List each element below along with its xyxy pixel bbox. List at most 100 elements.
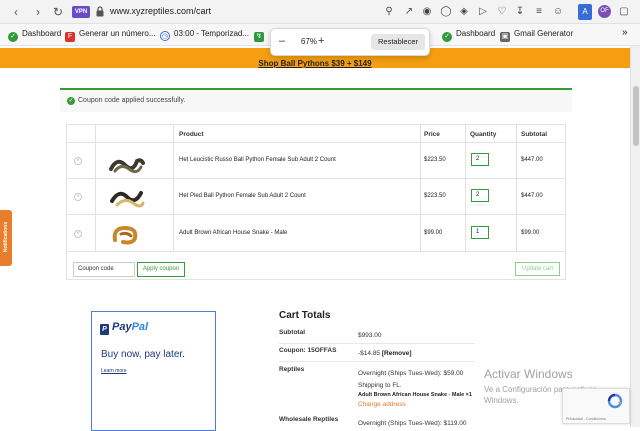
bookmark-dashboard[interactable]: ✓ Dashboard bbox=[8, 29, 61, 42]
share-icon[interactable]: ↗ bbox=[402, 5, 416, 19]
zoom-reset-button[interactable]: Restablecer bbox=[371, 34, 425, 50]
item-subtotal: $99.00 bbox=[521, 230, 540, 236]
menu-icon[interactable]: ≡ bbox=[532, 5, 546, 19]
profile-icon[interactable]: ☺ bbox=[551, 5, 565, 19]
divider bbox=[420, 125, 421, 251]
recaptcha-terms[interactable]: Privacidad - Condiciones bbox=[566, 417, 606, 421]
quantity-input[interactable]: 2 bbox=[471, 153, 489, 166]
green-circle-icon: ✓ bbox=[8, 32, 18, 42]
red-f-icon: F bbox=[65, 32, 75, 42]
cart-totals-title: Cart Totals bbox=[279, 310, 331, 321]
address-bar[interactable]: www.xyzreptiles.com/cart bbox=[110, 6, 211, 16]
bookmark-temporizador[interactable]: ◷ 03:00 - Temporizad... bbox=[160, 29, 249, 41]
cube-icon[interactable]: ▢ bbox=[617, 5, 631, 19]
remove-item-icon[interactable]: × bbox=[74, 193, 82, 201]
bolt-icon: ↯ bbox=[254, 32, 264, 42]
zoom-in-button[interactable]: + bbox=[318, 35, 324, 47]
cart-table: Product Price Quantity Subtotal × Het Le… bbox=[66, 124, 566, 280]
extension-icon[interactable]: ◈ bbox=[457, 5, 471, 19]
vpn-badge[interactable]: VPN bbox=[72, 6, 90, 18]
divider bbox=[516, 125, 517, 251]
heart-icon[interactable]: ♡ bbox=[495, 5, 509, 19]
divider bbox=[279, 343, 475, 344]
check-circle-icon: ✓ bbox=[67, 97, 75, 105]
download-icon[interactable]: ↧ bbox=[513, 5, 527, 19]
header-quantity: Quantity bbox=[470, 131, 497, 138]
back-icon[interactable]: ‹ bbox=[8, 4, 24, 20]
coupon-label: Coupon: 15OFFAS bbox=[279, 347, 337, 354]
quantity-input[interactable]: 1 bbox=[471, 226, 489, 239]
success-notice: ✓ Coupon code applied successfully. bbox=[60, 88, 572, 112]
subtotal-value: $993.00 bbox=[358, 332, 382, 339]
notifications-side-tab[interactable]: Notifications bbox=[0, 210, 12, 266]
recaptcha-badge[interactable]: Privacidad - Condiciones bbox=[562, 388, 630, 424]
document-icon: ▣ bbox=[500, 32, 510, 42]
divider bbox=[465, 125, 466, 251]
update-cart-button[interactable]: Update cart bbox=[515, 262, 560, 276]
remove-item-icon[interactable]: × bbox=[74, 157, 82, 165]
product-thumbnail[interactable] bbox=[107, 220, 147, 248]
header-price: Price bbox=[424, 131, 440, 138]
bookmark-dashboard-2[interactable]: ✓ Dashboard bbox=[442, 29, 495, 42]
bookmark-hidden[interactable]: ↯ bbox=[254, 29, 268, 42]
product-thumbnail[interactable] bbox=[107, 149, 147, 177]
reload-icon[interactable]: ↻ bbox=[50, 4, 66, 20]
divider bbox=[67, 178, 565, 179]
item-price: $223.50 bbox=[424, 193, 446, 199]
shield-icon[interactable]: ◯ bbox=[439, 5, 453, 19]
zoom-popup: – 67% + Restablecer bbox=[270, 28, 430, 56]
clock-icon: ◷ bbox=[160, 31, 170, 41]
page-scrollbar[interactable] bbox=[630, 46, 640, 427]
lock-icon[interactable] bbox=[96, 6, 104, 17]
recaptcha-icon bbox=[607, 393, 623, 409]
paypal-message-box[interactable]: P PayPal Buy now, pay later. Learn more bbox=[91, 311, 216, 431]
remove-item-icon[interactable]: × bbox=[74, 230, 82, 238]
divider bbox=[67, 142, 565, 143]
item-subtotal: $447.00 bbox=[521, 193, 543, 199]
header-product: Product bbox=[179, 131, 204, 138]
bookmark-generar-numero[interactable]: F Generar un número... bbox=[65, 29, 155, 42]
camera-icon[interactable]: ◉ bbox=[420, 5, 434, 19]
paypal-message: Buy now, pay later. bbox=[101, 349, 185, 360]
remove-coupon-link[interactable]: [Remove] bbox=[382, 350, 412, 357]
divider bbox=[67, 251, 565, 252]
search-icon[interactable]: ⚲ bbox=[382, 5, 396, 19]
notice-message: Coupon code applied successfully. bbox=[78, 97, 186, 104]
wholesale-shipping-method[interactable]: Overnight (Ships Tues-Wed): $119.00 bbox=[358, 420, 467, 427]
browser-toolbar: ‹ › ↻ VPN www.xyzreptiles.com/cart ⚲ ↗ ◉… bbox=[0, 0, 640, 24]
reptiles-shipping-method[interactable]: Overnight (Ships Tues-Wed): $59.00 bbox=[358, 370, 463, 377]
green-circle-icon: ✓ bbox=[442, 32, 452, 42]
product-name-link[interactable]: Het Leucistic Russo Ball Python Female S… bbox=[179, 157, 336, 163]
translate-extension-icon[interactable]: A bbox=[578, 4, 592, 20]
item-subtotal: $447.00 bbox=[521, 157, 543, 163]
scrollbar-thumb[interactable] bbox=[633, 86, 639, 146]
product-thumbnail[interactable] bbox=[107, 183, 147, 211]
forward-icon[interactable]: › bbox=[30, 4, 46, 20]
avatar[interactable]: OF bbox=[598, 5, 611, 18]
coupon-value: -$14.85 [Remove] bbox=[358, 350, 412, 357]
shipping-destination: Shipping to FL. bbox=[358, 382, 402, 389]
bookmark-gmail-generator[interactable]: ▣ Gmail Generator bbox=[500, 29, 573, 42]
promo-banner-link[interactable]: Shop Ball Pythons $39 + $149 bbox=[258, 59, 371, 68]
divider bbox=[173, 125, 174, 251]
product-name-link[interactable]: Adult Brown African House Snake - Male bbox=[179, 230, 287, 236]
learn-more-link[interactable]: Learn more bbox=[101, 368, 127, 374]
product-name-link[interactable]: Het Pied Ball Python Female Sub Adult 2 … bbox=[179, 193, 306, 199]
side-tab-label: Notifications bbox=[3, 221, 9, 253]
apply-coupon-button[interactable]: Apply coupon bbox=[137, 262, 185, 277]
shipping-reptiles-label: Reptiles bbox=[279, 366, 305, 373]
paypal-logo: P PayPal bbox=[100, 321, 148, 335]
zoom-out-button[interactable]: – bbox=[279, 35, 285, 47]
subtotal-label: Subtotal bbox=[279, 329, 305, 336]
bookmarks-overflow-icon[interactable]: » bbox=[622, 27, 628, 38]
change-address-link[interactable]: Change address bbox=[358, 401, 406, 408]
paypal-icon: P bbox=[100, 324, 109, 335]
shipping-item: Adult Brown African House Snake - Male ×… bbox=[358, 392, 472, 398]
divider bbox=[95, 125, 96, 251]
coupon-code-input[interactable]: Coupon code bbox=[73, 262, 135, 277]
play-icon[interactable]: ▷ bbox=[476, 5, 490, 19]
item-price: $99.00 bbox=[424, 230, 443, 236]
item-price: $223.50 bbox=[424, 157, 446, 163]
quantity-input[interactable]: 2 bbox=[471, 189, 489, 202]
shipping-wholesale-label: Wholesale Reptiles bbox=[279, 416, 339, 423]
